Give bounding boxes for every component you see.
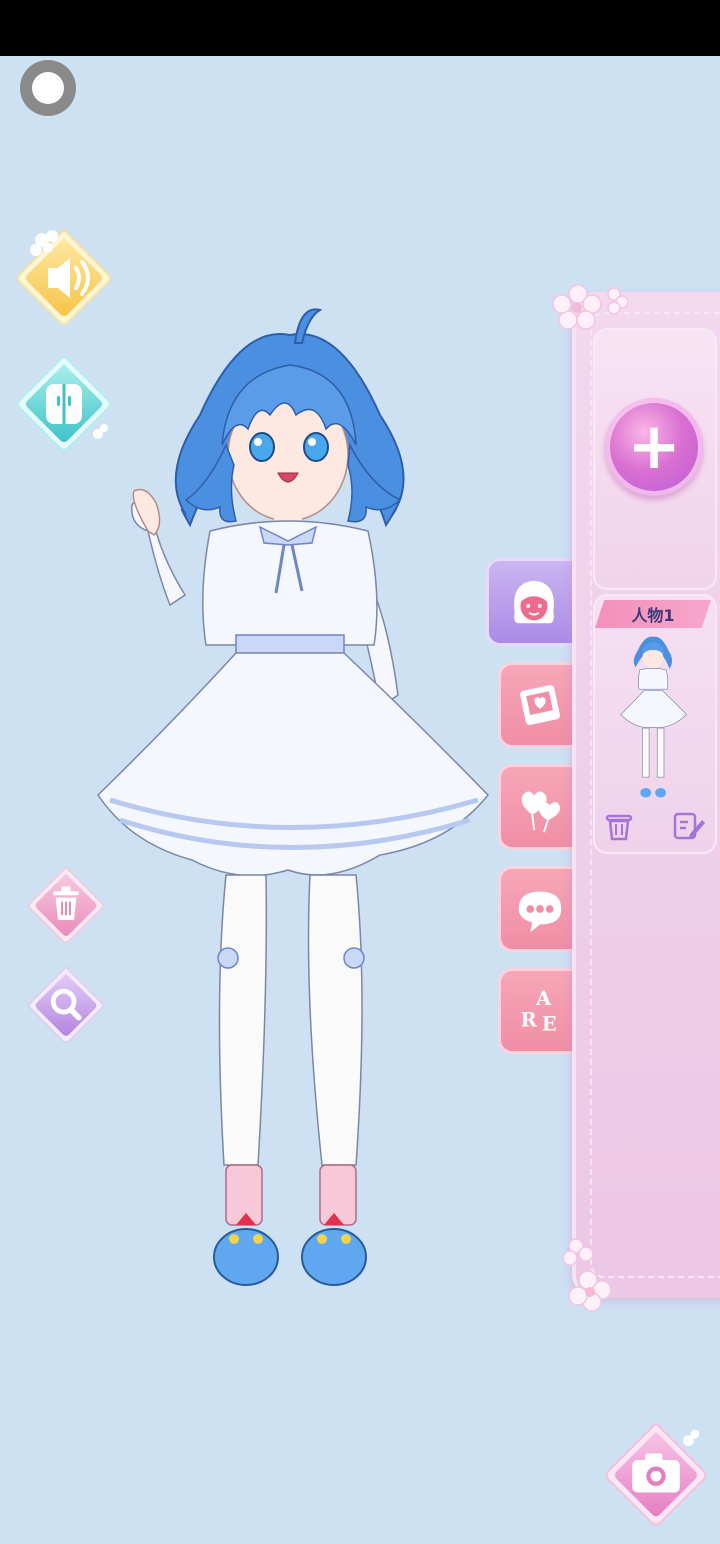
trash-icon [605,814,633,841]
character-figure[interactable] [90,295,500,1300]
svg-text:R: R [520,1008,537,1031]
tab-items[interactable] [498,764,578,850]
face-icon [513,580,554,624]
sakura-decoration-top [548,276,629,356]
tab-background[interactable] [498,662,578,748]
camera-button[interactable] [602,1416,710,1530]
status-bar [0,0,720,56]
heart-balloon-icon [521,791,560,833]
circle-toggle-button[interactable] [20,60,76,116]
character-thumbnail [612,630,696,800]
tab-text[interactable]: A R E [498,968,578,1054]
edit-character-button[interactable] [672,810,706,842]
svg-text:A: A [535,987,552,1010]
add-character-button[interactable]: + [605,398,703,496]
photo-heart-icon [519,685,560,725]
tab-dialogue[interactable] [498,866,578,952]
camera-icon [605,1421,707,1526]
tab-face[interactable] [486,558,578,646]
speech-bubble-icon [518,891,561,933]
character-label: 人物1 [595,600,711,628]
letters-icon: A R E [520,987,556,1035]
sakura-decoration-bottom [552,1232,632,1312]
edit-icon [673,812,705,840]
delete-character-button[interactable] [604,810,634,842]
plus-icon: + [627,410,681,484]
svg-text:E: E [541,1012,556,1035]
